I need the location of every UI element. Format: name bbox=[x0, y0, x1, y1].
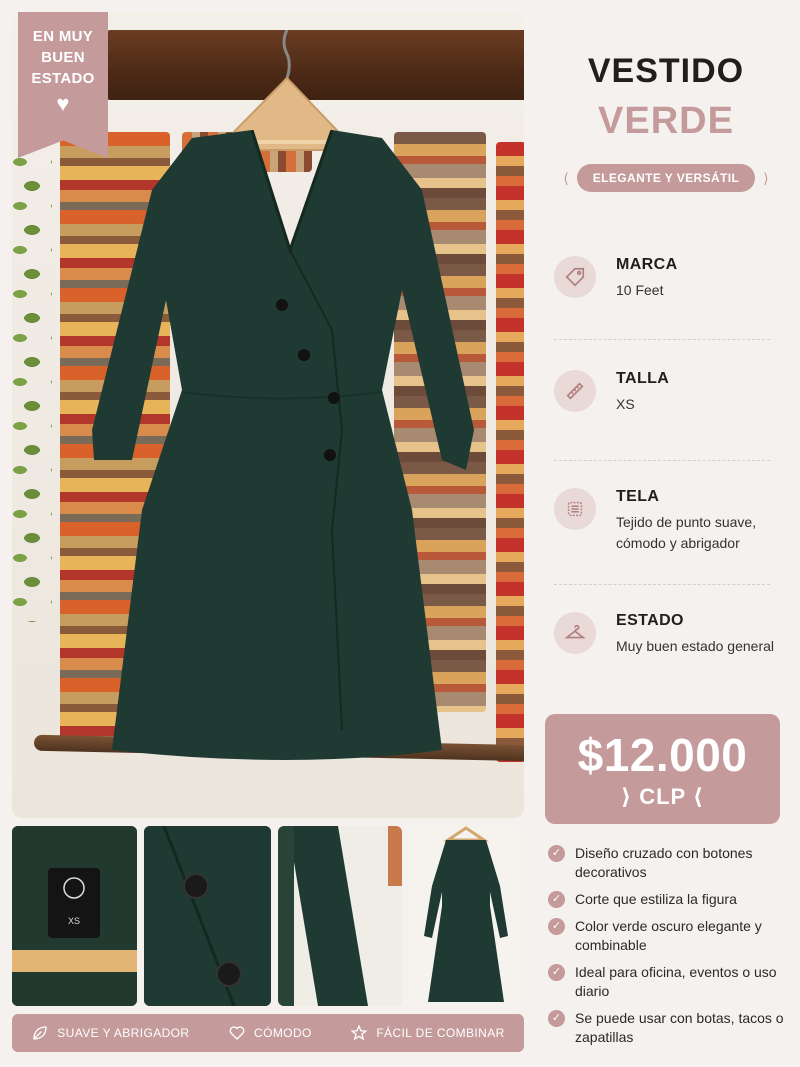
sparkle-icon: ⟩ bbox=[763, 169, 769, 186]
check-icon: ✓ bbox=[548, 891, 565, 908]
list-item: ✓ Color verde oscuro elegante y combinabl… bbox=[548, 917, 788, 955]
thumbnail-buttons-detail bbox=[144, 826, 271, 1006]
attribute-label: MARCA bbox=[616, 256, 678, 273]
list-item: ✓ Ideal para oficina, eventos o uso diari… bbox=[548, 963, 788, 1001]
heart-icon: ♥ bbox=[56, 91, 70, 116]
feature-text: Color verde oscuro elegante y combinable bbox=[575, 918, 762, 953]
attribute-label: TELA bbox=[616, 488, 660, 505]
attribute-value: 10 Feet bbox=[616, 282, 664, 298]
product-title-line-2: VERDE bbox=[598, 100, 734, 142]
feature-text: Se puede usar con botas, tacos o zapatil… bbox=[575, 1010, 784, 1045]
ruler-icon bbox=[554, 370, 596, 412]
badge-line-3: ESTADO bbox=[31, 70, 95, 87]
sparkle-icon: ⟨ bbox=[685, 784, 704, 809]
feature-text: Corte que estiliza la figura bbox=[575, 891, 737, 907]
product-title-line-1: VESTIDO bbox=[587, 52, 745, 90]
badge-line-1: EN MUY bbox=[32, 28, 94, 45]
check-icon: ✓ bbox=[548, 964, 565, 981]
condition-badge: EN MUY BUEN ESTADO ♥ bbox=[18, 12, 108, 158]
feature-text: Ideal para oficina, eventos o uso diario bbox=[575, 964, 777, 999]
green-dress-image bbox=[92, 130, 474, 760]
attribute-value: Tejido de punto suave, cómodo y abrigado… bbox=[616, 514, 757, 551]
price-box: $12.000 ⟩ CLP ⟨ bbox=[545, 714, 780, 824]
thumbnail-label-detail: XS bbox=[12, 826, 137, 1006]
attribute-label: ESTADO bbox=[616, 612, 684, 629]
feature-bar-label: FÁCIL DE COMBINAR bbox=[376, 1026, 505, 1040]
price-currency-row: ⟩ CLP ⟨ bbox=[545, 784, 780, 810]
price-currency: CLP bbox=[639, 784, 686, 809]
list-item: ✓ Corte que estiliza la figura bbox=[548, 890, 788, 909]
badge-line-2: BUEN bbox=[41, 49, 85, 66]
leaf-icon bbox=[33, 1026, 47, 1040]
divider bbox=[554, 460, 770, 461]
feature-bar-item: CÓMODO bbox=[228, 1024, 312, 1042]
attribute-size: TALLA XS bbox=[554, 370, 774, 415]
attribute-value: Muy buen estado general bbox=[616, 638, 774, 654]
divider bbox=[554, 584, 770, 585]
attribute-fabric: TELA Tejido de punto suave, cómodo y abr… bbox=[554, 488, 774, 554]
check-icon: ✓ bbox=[548, 1010, 565, 1027]
tag-icon bbox=[554, 256, 596, 298]
feature-bar-item: FÁCIL DE COMBINAR bbox=[350, 1024, 504, 1042]
thumbnail-full-dress bbox=[408, 826, 524, 1006]
sparkle-icon: ⟨ bbox=[563, 169, 569, 186]
feature-list: ✓ Diseño cruzado con botones decorativos … bbox=[548, 844, 788, 1055]
check-icon: ✓ bbox=[548, 918, 565, 935]
heart-outline-icon bbox=[229, 1026, 245, 1040]
price-amount: $12.000 bbox=[577, 729, 748, 781]
star-icon bbox=[350, 1024, 368, 1041]
attribute-condition: ESTADO Muy buen estado general bbox=[554, 612, 774, 657]
thumbnail-sleeve-detail bbox=[278, 826, 402, 1006]
hanger-icon bbox=[554, 612, 596, 654]
sparkle-icon: ⟩ bbox=[621, 784, 640, 809]
attribute-value: XS bbox=[616, 396, 635, 412]
check-icon: ✓ bbox=[548, 845, 565, 862]
tagline-row: ⟨ ELEGANTE Y VERSÁTIL ⟩ bbox=[548, 164, 784, 192]
feature-bar: SUAVE Y ABRIGADOR CÓMODO FÁCIL DE COMBIN… bbox=[12, 1014, 524, 1052]
attribute-brand: MARCA 10 Feet bbox=[554, 256, 774, 301]
divider bbox=[554, 339, 770, 340]
list-item: ✓ Se puede usar con botas, tacos o zapati… bbox=[548, 1009, 788, 1047]
tagline-pill: ELEGANTE Y VERSÁTIL bbox=[576, 164, 756, 192]
plant-decoration bbox=[12, 122, 52, 622]
attribute-label: TALLA bbox=[616, 370, 670, 387]
feature-bar-item: SUAVE Y ABRIGADOR bbox=[31, 1024, 189, 1042]
feature-bar-label: CÓMODO bbox=[254, 1026, 312, 1040]
size-label-text: XS bbox=[68, 916, 80, 926]
fabric-icon bbox=[554, 488, 596, 530]
list-item: ✓ Diseño cruzado con botones decorativos bbox=[548, 844, 788, 882]
feature-bar-label: SUAVE Y ABRIGADOR bbox=[57, 1026, 190, 1040]
feature-text: Diseño cruzado con botones decorativos bbox=[575, 845, 753, 880]
